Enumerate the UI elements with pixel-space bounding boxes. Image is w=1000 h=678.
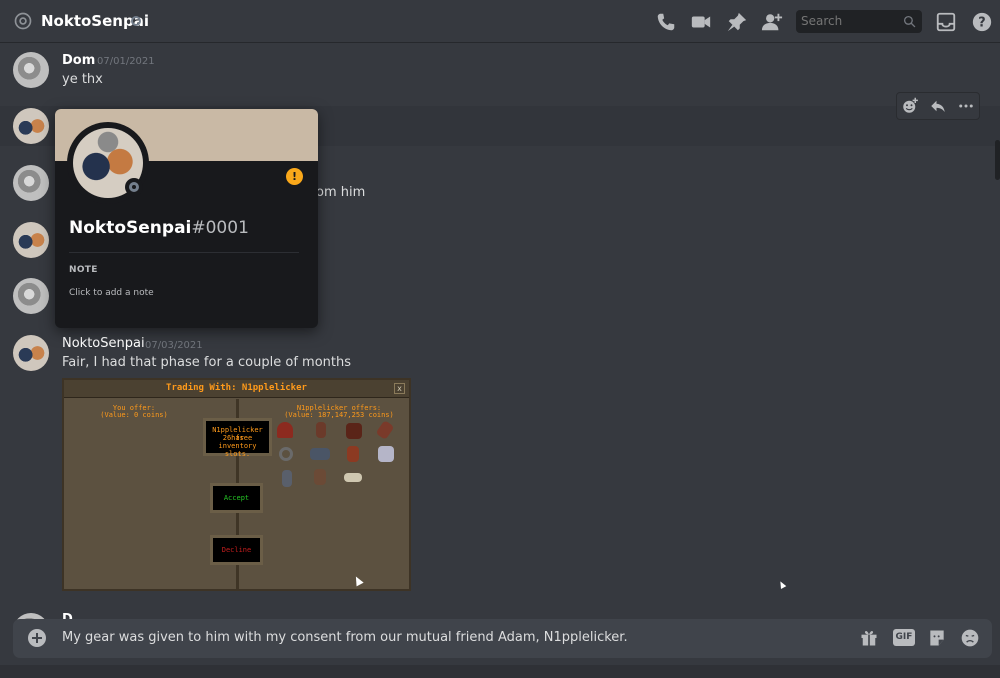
search-icon — [903, 15, 916, 28]
mouse-cursor — [352, 574, 364, 587]
slots-notice-line: inventory slots. — [218, 442, 257, 458]
video-icon[interactable] — [690, 11, 712, 33]
bottom-bar — [0, 665, 1000, 678]
reply-icon[interactable] — [929, 97, 947, 115]
slots-notice-box: N1pplelicker has 26 free inventory slots… — [203, 418, 272, 458]
message-timestamp: 07/03/2021 — [145, 340, 203, 351]
trade-item — [378, 446, 394, 462]
message-text: Fair, I had that phase for a couple of m… — [62, 355, 351, 370]
gift-icon[interactable] — [859, 628, 879, 648]
decline-label: Decline — [221, 546, 252, 554]
warning-icon[interactable]: ! — [286, 168, 303, 185]
pin-icon[interactable] — [726, 11, 748, 33]
status-offline-icon — [131, 16, 141, 26]
trade-item — [279, 447, 293, 461]
add-friend-icon[interactable] — [761, 11, 783, 33]
trade-window-title: Trading With: N1pplelicker — [166, 383, 307, 393]
message-actions-toolbar — [896, 92, 980, 120]
add-reaction-icon[interactable] — [901, 97, 919, 115]
accept-button: Accept — [210, 483, 263, 513]
scrollbar-thumb[interactable] — [995, 140, 1000, 180]
profile-username[interactable]: NoktoSenpai#0001 — [69, 218, 249, 238]
mouse-cursor — [777, 580, 787, 589]
trade-item — [314, 469, 326, 485]
status-offline-icon — [125, 178, 143, 196]
trade-item — [347, 446, 359, 462]
sticker-icon[interactable] — [927, 628, 947, 648]
avatar[interactable] — [13, 335, 49, 371]
phone-icon[interactable] — [655, 11, 677, 33]
avatar[interactable] — [13, 165, 49, 201]
username: NoktoSenpai — [69, 218, 192, 238]
other-value-label: (Value: 187,147,253 coins) — [284, 411, 394, 419]
decline-button: Decline — [210, 535, 263, 565]
emoji-icon[interactable] — [960, 628, 980, 648]
inbox-icon[interactable] — [935, 11, 957, 33]
accept-label: Accept — [223, 494, 250, 502]
add-attachment-button[interactable] — [28, 629, 46, 647]
at-icon — [14, 12, 32, 30]
search-bar[interactable] — [796, 10, 922, 33]
message-composer[interactable]: My gear was given to him with my consent… — [13, 619, 992, 658]
message-author[interactable]: Dom — [62, 53, 95, 68]
trade-item — [310, 448, 330, 460]
slots-notice-line: 26 free — [222, 434, 253, 442]
trade-window-titlebar: Trading With: N1pplelicker x — [64, 380, 409, 398]
image-attachment[interactable]: Trading With: N1pplelicker x You offer: … — [62, 378, 411, 591]
avatar[interactable] — [13, 52, 49, 88]
message-text: ye thx — [62, 72, 103, 87]
close-icon: x — [394, 383, 405, 394]
channel-header: NoktoSenpai ? — [0, 0, 1000, 43]
trade-item — [375, 420, 395, 440]
note-input[interactable]: Click to add a note — [69, 288, 154, 298]
note-label: NOTE — [69, 265, 98, 275]
user-profile-popout: ! NoktoSenpai#0001 NOTE Click to add a n… — [55, 109, 318, 328]
message-text: om him — [316, 185, 366, 200]
avatar[interactable] — [13, 278, 49, 314]
help-icon[interactable]: ? — [971, 11, 993, 33]
trade-item — [346, 423, 362, 439]
trade-item — [316, 422, 326, 438]
avatar[interactable] — [13, 222, 49, 258]
more-icon[interactable] — [957, 97, 975, 115]
search-input[interactable] — [801, 14, 901, 28]
message-timestamp: 07/01/2021 — [97, 56, 155, 67]
gif-button[interactable]: GIF — [893, 629, 915, 646]
message-input[interactable]: My gear was given to him with my consent… — [62, 630, 628, 645]
trade-item — [282, 470, 292, 487]
avatar[interactable] — [13, 108, 49, 144]
svg-text:?: ? — [978, 16, 985, 31]
trade-item — [277, 422, 293, 438]
trade-item — [344, 473, 362, 482]
you-value-label: (Value: 0 coins) — [100, 411, 168, 419]
divider — [69, 252, 299, 253]
message-author[interactable]: NoktoSenpai — [62, 336, 145, 351]
discriminator: #0001 — [191, 218, 249, 238]
